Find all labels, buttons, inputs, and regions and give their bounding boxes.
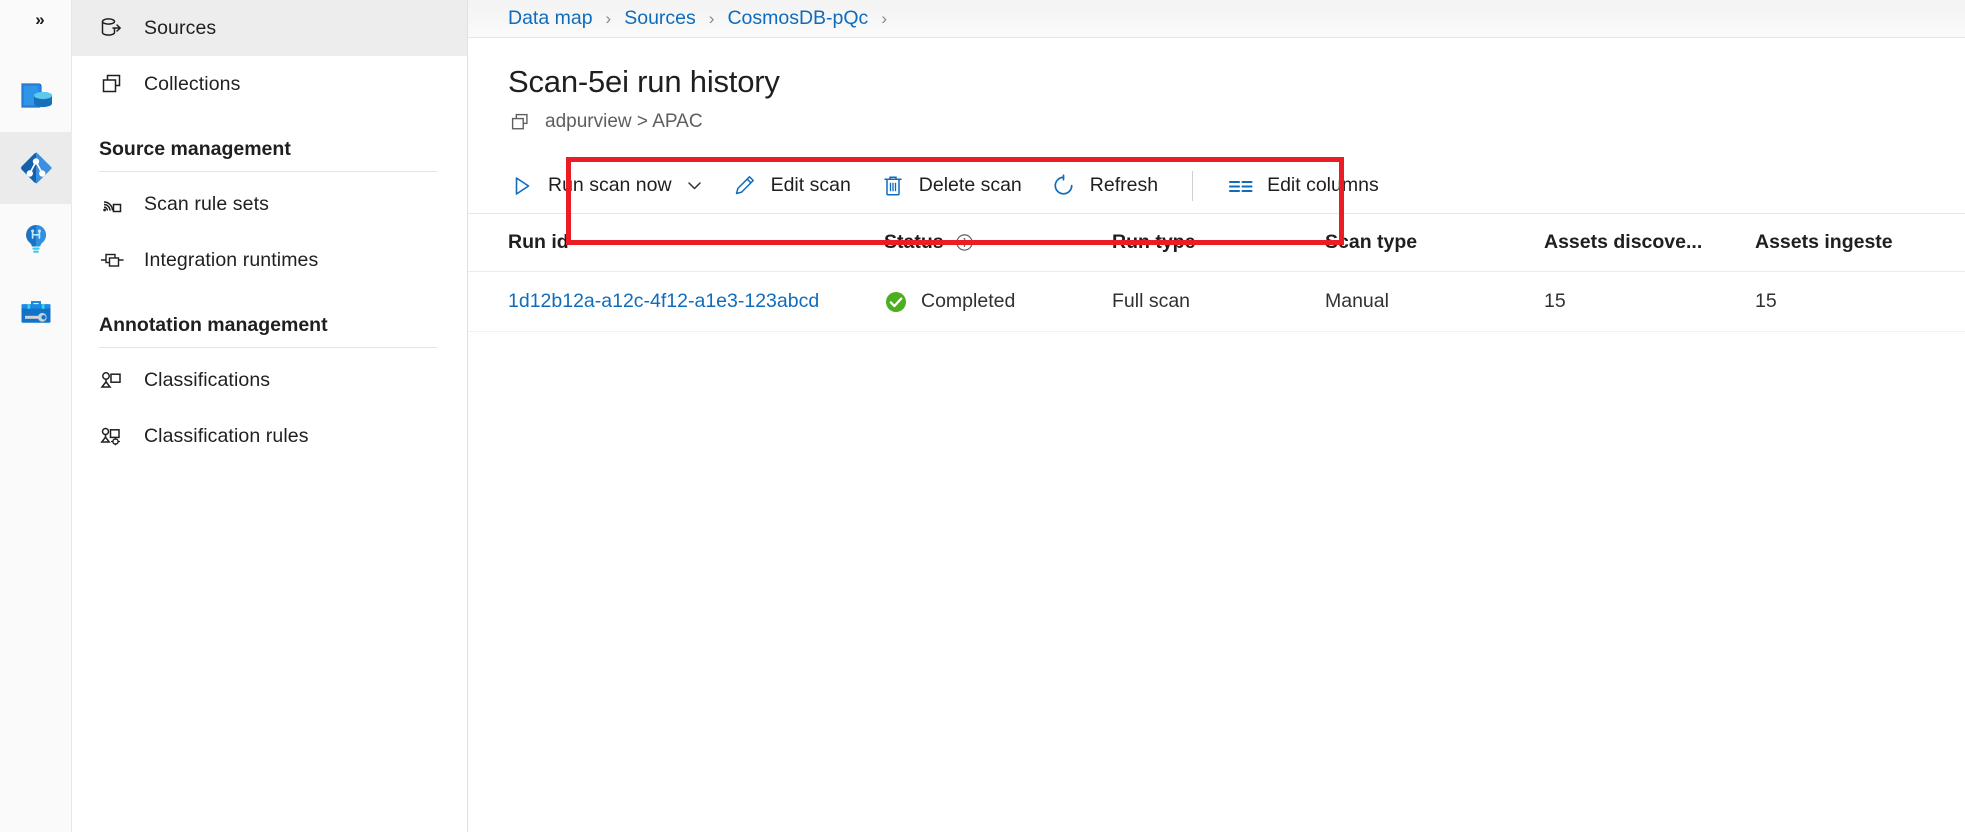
classifications-icon [99,367,129,393]
table-header-row: Run id Status Run type Scan type Assets … [468,214,1965,272]
chevron-right-icon: › [605,8,612,28]
delete-scan-label: Delete scan [918,174,1022,196]
sidebar-item-label: Collections [144,72,241,95]
refresh-icon [1050,174,1078,197]
rail-item-data-insights[interactable] [0,204,72,276]
page-header: Scan-5ei run history adpurview > APAC [468,38,1965,134]
cell-scan-type: Manual [1325,290,1544,313]
pencil-icon [731,174,759,197]
edit-scan-button[interactable]: Edit scan [717,163,865,209]
chevron-right-icon: › [881,8,887,28]
cell-run-type: Full scan [1112,290,1325,313]
data-map-icon [16,148,56,188]
sidebar-item-label: Classifications [144,368,271,391]
cell-assets-discovered: 15 [1544,290,1755,313]
column-header-run-id[interactable]: Run id [508,231,884,254]
run-id-link: 1d12b12a-a12c-4f12-a1e3-123abcd [508,290,820,312]
sidebar-item-collections[interactable]: Collections [72,56,467,112]
cell-run-id[interactable]: 1d12b12a-a12c-4f12-a1e3-123abcd [508,290,884,313]
lightbulb-icon [16,220,56,260]
column-header-label: Status [884,231,944,253]
refresh-label: Refresh [1089,174,1159,196]
sidebar-item-classification-rules[interactable]: Classification rules [72,408,467,464]
sidebar-item-label: Scan rule sets [144,192,269,215]
toolbox-icon [16,292,56,332]
chevron-right-icon: › [708,8,715,28]
breadcrumb: Data map › Sources › CosmosDB-pQc › [468,0,1965,38]
column-header-label: Scan type [1325,231,1418,253]
scan-rule-sets-icon [99,191,129,217]
cell-status: Completed [884,290,1112,314]
sidebar-item-sources[interactable]: Sources [72,0,467,56]
sidebar-item-classifications[interactable]: Classifications [72,352,467,408]
integration-runtimes-icon [99,247,129,273]
play-icon [508,175,536,197]
edit-columns-icon [1227,176,1255,196]
command-bar-divider [1192,170,1194,201]
page-subtitle-text: adpurview > APAC [545,111,703,132]
run-type-value: Full scan [1112,290,1191,312]
sources-icon [99,15,129,41]
sidebar-item-scan-rule-sets[interactable]: Scan rule sets [72,176,467,232]
collapse-sidebar-button[interactable]: » [20,4,60,36]
delete-scan-button[interactable]: Delete scan [865,163,1036,209]
book-database-icon [16,76,56,116]
column-header-label: Run type [1112,231,1196,253]
rail-item-data-map[interactable] [0,132,72,204]
rail-item-management[interactable] [0,276,72,348]
column-header-status[interactable]: Status [884,231,1112,254]
page-title: Scan-5ei run history [508,64,780,99]
edit-scan-label: Edit scan [770,174,851,196]
classification-rules-icon [99,423,129,449]
column-header-run-type[interactable]: Run type [1112,231,1325,254]
breadcrumb-item-cosmosdb[interactable]: CosmosDB-pQc [727,7,868,30]
check-circle-icon [884,290,908,314]
status-badge: Completed [921,290,1016,312]
sidebar-group-source-management: Source management [99,138,291,160]
refresh-button[interactable]: Refresh [1036,163,1172,209]
sidebar-divider [99,171,437,172]
sidebar-divider [99,347,437,348]
collections-icon [99,71,129,97]
chevron-double-right-icon: » [35,10,45,29]
sidebar-item-integration-runtimes[interactable]: Integration runtimes [72,232,467,288]
info-icon[interactable] [955,233,974,252]
command-bar: Run scan now Edit scan Delete scan Refre… [468,158,1965,214]
scan-type-value: Manual [1325,290,1389,312]
main-content: Data map › Sources › CosmosDB-pQc › Scan… [468,0,1965,832]
column-header-scan-type[interactable]: Scan type [1325,231,1544,254]
page-subtitle: adpurview > APAC [508,110,1965,134]
table-row[interactable]: 1d12b12a-a12c-4f12-a1e3-123abcd Complete… [468,272,1965,332]
app-icon-rail [0,0,72,832]
sidebar-item-label: Integration runtimes [144,248,319,271]
column-header-label: Run id [508,231,569,253]
breadcrumb-item-data-map[interactable]: Data map [508,7,593,30]
nav-sidebar: » Sources Collections Source management [35,0,468,832]
run-scan-now-label: Run scan now [548,174,672,196]
edit-columns-label: Edit columns [1267,174,1379,196]
breadcrumb-item-sources[interactable]: Sources [624,7,696,30]
chevron-down-icon[interactable] [686,177,703,194]
collections-icon [508,110,532,134]
column-header-assets-discovered[interactable]: Assets discove... [1544,231,1755,254]
trash-icon [879,174,907,197]
run-scan-now-button[interactable]: Run scan now [494,163,717,209]
cell-assets-ingested: 15 [1755,290,1955,313]
column-header-assets-ingested[interactable]: Assets ingeste [1755,231,1955,254]
edit-columns-button[interactable]: Edit columns [1213,163,1393,209]
sidebar-item-label: Sources [144,16,217,39]
column-header-label: Assets discove... [1544,231,1703,253]
assets-discovered-value: 15 [1544,290,1566,312]
assets-ingested-value: 15 [1755,290,1777,312]
column-header-label: Assets ingeste [1755,231,1893,253]
sidebar-group-annotation-management: Annotation management [99,314,328,336]
run-history-table: Run id Status Run type Scan type Assets … [468,214,1965,332]
sidebar-item-label: Classification rules [144,424,309,447]
rail-item-data-catalog[interactable] [0,60,72,132]
